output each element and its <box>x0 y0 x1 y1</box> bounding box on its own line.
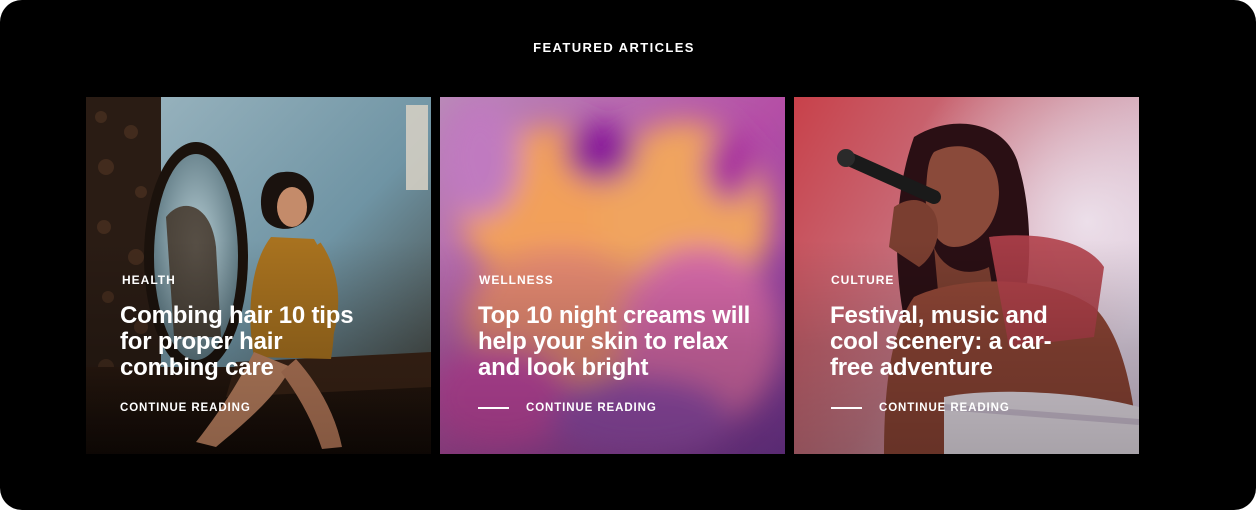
card-category[interactable]: WELLNESS <box>479 273 554 287</box>
card-category[interactable]: HEALTH <box>122 273 176 287</box>
article-card-culture[interactable]: CULTURE Festival, music and cool scenery… <box>794 97 1139 454</box>
card-title[interactable]: Combing hair 10 tips for proper hair com… <box>120 303 385 381</box>
cta-line <box>831 407 862 409</box>
featured-articles-section: FEATURED ARTICLES HEALTH Combing hair 10… <box>0 0 1256 510</box>
cta-label: CONTINUE READING <box>120 402 251 414</box>
continue-reading-link[interactable]: CONTINUE READING <box>831 402 1010 414</box>
cta-label: CONTINUE READING <box>879 402 1010 414</box>
card-title[interactable]: Festival, music and cool scenery: a car-… <box>830 303 1090 381</box>
card-title[interactable]: Top 10 night creams will help your skin … <box>478 303 753 381</box>
cta-label: CONTINUE READING <box>526 402 657 414</box>
article-card-wellness[interactable]: WELLNESS Top 10 night creams will help y… <box>440 97 785 454</box>
article-card-health[interactable]: HEALTH Combing hair 10 tips for proper h… <box>86 97 431 454</box>
continue-reading-link[interactable]: CONTINUE READING <box>120 402 251 414</box>
card-category[interactable]: CULTURE <box>831 273 894 287</box>
continue-reading-link[interactable]: CONTINUE READING <box>478 402 657 414</box>
cta-line <box>478 407 509 409</box>
section-title: FEATURED ARTICLES <box>533 40 695 55</box>
